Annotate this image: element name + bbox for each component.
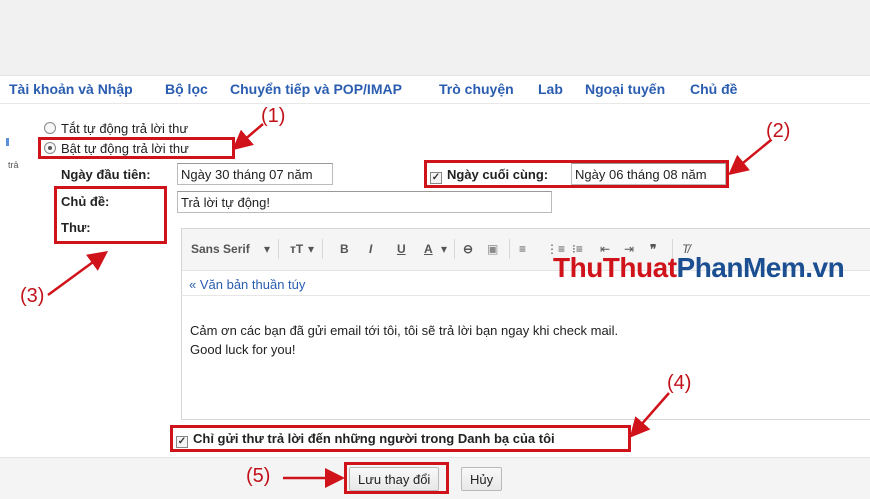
text-color-icon[interactable]: A [424,242,433,256]
bold-icon[interactable]: B [340,242,349,256]
cancel-button[interactable]: Hủy [461,467,503,491]
underline-icon[interactable]: U [397,242,406,256]
arrow-2 [728,139,772,176]
annotation-box-3 [54,186,167,244]
italic-icon[interactable]: I [369,242,372,256]
sidebar-stub-text: trả [8,160,19,170]
link-icon[interactable]: ⊖ [463,242,473,256]
align-icon[interactable]: ≡ [519,242,526,256]
toolbar-divider [322,239,323,259]
annotation-box-2 [424,160,729,188]
tab-accounts-import[interactable]: Tài khoản và Nhập [9,81,133,97]
tab-labs[interactable]: Lab [538,81,563,97]
toolbar-divider [454,239,455,259]
watermark-logo: ThuThuatPhanMem.vn [553,252,845,283]
tab-filters[interactable]: Bộ lọc [165,81,208,97]
toolbar-divider [278,239,279,259]
annotation-box-1 [38,137,235,159]
tab-chat[interactable]: Trò chuyện [439,81,514,97]
annotation-label-4: (4) [667,372,692,394]
message-line: Cảm ơn các bạn đã gửi email tới tôi, tôi… [190,323,619,338]
vacation-off-option[interactable]: Tắt tự động trả lời thư [44,121,188,136]
chevron-down-icon[interactable]: ▾ [264,242,270,256]
message-line: Good luck for you! [190,342,296,357]
vacation-off-label: Tắt tự động trả lời thư [61,121,189,136]
annotation-box-4 [170,425,631,452]
top-header-bar [0,0,870,76]
annotation-label-1: (1) [261,105,286,127]
tab-offline[interactable]: Ngoại tuyến [585,81,665,97]
toolbar-divider [509,239,510,259]
annotation-label-5: (5) [246,465,271,487]
annotation-box-5 [344,462,449,494]
font-family-select[interactable]: Sans Serif [191,242,250,256]
first-day-input[interactable]: Ngày 30 tháng 07 năm [177,163,333,185]
vacation-off-radio[interactable] [44,122,56,134]
tab-themes[interactable]: Chủ đề [690,81,737,97]
annotation-label-2: (2) [766,120,791,142]
subject-input[interactable]: Trả lời tự động! [177,191,552,213]
message-body[interactable] [181,295,870,420]
arrow-1 [232,123,264,151]
image-icon[interactable]: ▣ [487,242,498,256]
sidebar-stub [0,104,32,458]
chevron-down-icon[interactable]: ▾ [308,242,314,256]
settings-tabs: Tài khoản và Nhập Bộ lọc Chuyển tiếp và … [0,76,870,104]
tab-forwarding-pop-imap[interactable]: Chuyển tiếp và POP/IMAP [230,81,402,97]
font-size-icon[interactable]: тT [290,242,303,256]
chevron-down-icon[interactable]: ▾ [441,242,447,256]
sidebar-marker [6,138,9,146]
first-day-label: Ngày đầu tiên: [61,167,151,182]
annotation-label-3: (3) [20,285,45,307]
arrow-3 [47,251,109,297]
plain-text-link[interactable]: « Văn bản thuần túy [189,277,305,292]
